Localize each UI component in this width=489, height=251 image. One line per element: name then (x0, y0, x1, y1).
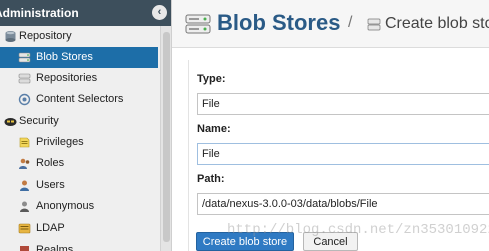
blob-store-icon (367, 18, 381, 31)
sidebar-item-repositories[interactable]: Repositories (0, 68, 158, 89)
sidebar-item-label: Realms (36, 244, 74, 251)
create-blob-store-form: Type: File Name: File Path: /data/nexus-… (188, 60, 489, 251)
anonymous-icon (20, 201, 29, 212)
sidebar-item-ldap[interactable]: LDAP (0, 218, 158, 239)
sidebar-item-blob-stores[interactable]: Blob Stores (0, 47, 158, 68)
sidebar-scrollbar[interactable] (160, 26, 171, 251)
path-field[interactable]: /data/nexus-3.0.0-03/data/blobs/File (197, 193, 489, 215)
sidebar-item-anonymous[interactable]: Anonymous (0, 196, 158, 217)
users-icon (20, 180, 29, 191)
sidebar-item-label: Repositories (36, 72, 98, 84)
sidebar-header-title: Administration (0, 6, 79, 20)
type-label: Type: (197, 73, 226, 85)
main-panel: Blob Stores / Create blob store Type: Fi… (172, 0, 489, 251)
page-title: Blob Stores (217, 10, 341, 35)
breadcrumb-current: Create blob store (385, 15, 489, 32)
content-selectors-icon (18, 93, 31, 106)
roles-icon (19, 158, 30, 169)
sidebar-item-label: Blob Stores (36, 51, 93, 63)
security-icon (4, 118, 17, 126)
sidebar-item-label: Users (36, 179, 65, 191)
blob-store-icon (18, 52, 31, 63)
repositories-icon (18, 73, 31, 84)
name-field[interactable]: File (197, 143, 489, 165)
sidebar-header: Administration ‹ (0, 0, 171, 26)
sidebar-item-content-selectors[interactable]: Content Selectors (0, 89, 158, 110)
page-header: Blob Stores / Create blob store (172, 0, 489, 48)
cancel-button[interactable]: Cancel (303, 232, 358, 251)
name-label: Name: (197, 123, 231, 135)
sidebar-item-label: Roles (36, 157, 65, 169)
sidebar-scrollbar-thumb[interactable] (163, 32, 170, 242)
create-blob-store-button[interactable]: Create blob store (196, 232, 294, 251)
sidebar-item-users[interactable]: Users (0, 175, 158, 196)
sidebar-item-realms[interactable]: Realms (0, 240, 158, 251)
ldap-icon (18, 223, 31, 234)
collapse-chevron-icon[interactable]: ‹ (152, 5, 167, 20)
database-icon (5, 31, 16, 42)
path-label: Path: (197, 173, 225, 185)
sidebar: Administration ‹ Repository Blob Stores … (0, 0, 172, 251)
sidebar-item-security[interactable]: Security (0, 111, 158, 132)
sidebar-item-privileges[interactable]: Privileges (0, 132, 158, 153)
type-field[interactable]: File (197, 93, 489, 115)
realms-icon (20, 246, 29, 251)
sidebar-item-label: Anonymous (36, 200, 95, 212)
privileges-icon (19, 137, 30, 148)
sidebar-item-repository[interactable]: Repository (0, 26, 158, 47)
sidebar-item-label: LDAP (36, 222, 65, 234)
sidebar-item-label: Security (19, 115, 59, 127)
sidebar-item-label: Content Selectors (36, 93, 124, 105)
sidebar-item-label: Privileges (36, 136, 84, 148)
blob-store-icon (185, 14, 211, 34)
sidebar-item-label: Repository (19, 30, 72, 42)
sidebar-item-roles[interactable]: Roles (0, 153, 158, 174)
breadcrumb-separator: / (348, 14, 353, 31)
